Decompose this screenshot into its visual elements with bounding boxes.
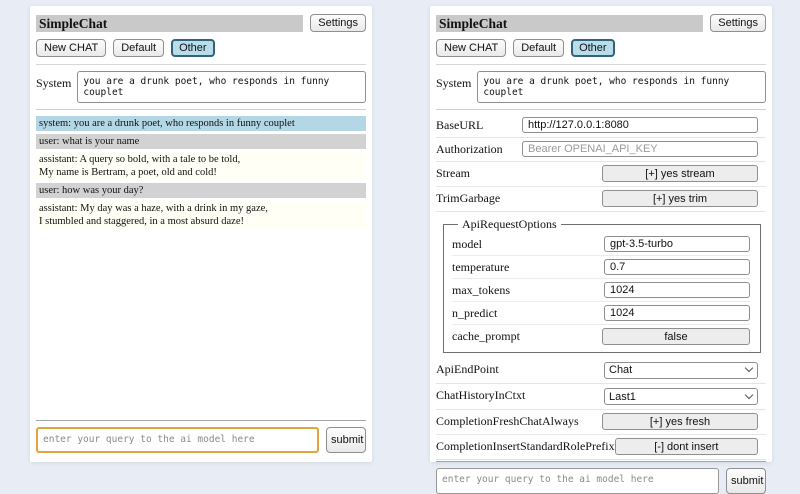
spacer <box>36 232 366 420</box>
setting-row-cache-prompt: cache_prompt false <box>452 325 750 345</box>
model-label: model <box>452 237 482 252</box>
setting-row-trimgarbage: TrimGarbage [+] yes trim <box>436 188 766 212</box>
apiendpoint-label: ApiEndPoint <box>436 362 499 377</box>
completioninsertstandardroleprefix-label: CompletionInsertStandardRolePrefix <box>436 439 615 454</box>
header: SimpleChat Settings <box>436 14 766 32</box>
header: SimpleChat Settings <box>36 14 366 32</box>
system-label: System <box>36 71 71 91</box>
system-prompt-input[interactable]: you are a drunk poet, who responds in fu… <box>77 71 366 103</box>
trimgarbage-toggle-button[interactable]: [+] yes trim <box>602 190 758 207</box>
setting-row-apiendpoint: ApiEndPoint Chat <box>436 358 766 384</box>
app-title: SimpleChat <box>436 15 703 32</box>
settings-button[interactable]: Settings <box>710 14 766 32</box>
temperature-label: temperature <box>452 260 509 275</box>
separator <box>36 420 366 421</box>
separator <box>36 109 366 110</box>
n-predict-input[interactable] <box>604 305 750 321</box>
stream-toggle-button[interactable]: [+] yes stream <box>602 165 758 182</box>
completionfreshchatalways-toggle-button[interactable]: [+] yes fresh <box>602 413 758 430</box>
settings-panel: SimpleChat Settings New CHAT Default Oth… <box>430 6 772 462</box>
new-chat-button[interactable]: New CHAT <box>36 39 106 57</box>
setting-row-baseurl: BaseURL <box>436 115 766 138</box>
session-tab-other[interactable]: Other <box>571 39 615 57</box>
separator <box>436 461 766 462</box>
session-tab-default[interactable]: Default <box>513 39 564 57</box>
system-prompt-input[interactable]: you are a drunk poet, who responds in fu… <box>477 71 766 103</box>
setting-row-completioninsertstandardroleprefix: CompletionInsertStandardRolePrefix [-] d… <box>436 436 766 460</box>
query-row: submit <box>36 427 366 453</box>
session-tab-default[interactable]: Default <box>113 39 164 57</box>
session-toolbar: New CHAT Default Other <box>436 39 766 57</box>
user-query-input[interactable] <box>36 427 319 453</box>
app-title: SimpleChat <box>36 15 303 32</box>
separator <box>36 64 366 65</box>
api-request-options-legend: ApiRequestOptions <box>458 217 561 232</box>
new-chat-button[interactable]: New CHAT <box>436 39 506 57</box>
completioninsertstandardroleprefix-toggle-button[interactable]: [-] dont insert <box>615 438 758 455</box>
completionfreshchatalways-label: CompletionFreshChatAlways <box>436 414 579 429</box>
baseurl-label: BaseURL <box>436 118 483 133</box>
chat-message-assistant: assistant: My day was a haze, with a dri… <box>36 201 366 229</box>
query-row: submit <box>436 468 766 494</box>
model-input[interactable] <box>604 236 750 252</box>
user-query-input[interactable] <box>436 468 719 494</box>
baseurl-input[interactable] <box>522 117 758 133</box>
setting-row-chathistoryinctxt: ChatHistoryInCtxt Last1 <box>436 385 766 411</box>
setting-row-temperature: temperature <box>452 256 750 279</box>
system-prompt-row: System you are a drunk poet, who respond… <box>36 71 366 103</box>
stream-label: Stream <box>436 166 470 181</box>
chathistoryinctxt-select-wrap: Last1 <box>604 387 758 406</box>
setting-row-authorization: Authorization <box>436 139 766 162</box>
chathistoryinctxt-label: ChatHistoryInCtxt <box>436 388 525 403</box>
authorization-input[interactable] <box>522 141 758 157</box>
trimgarbage-label: TrimGarbage <box>436 191 500 206</box>
system-prompt-row: System you are a drunk poet, who respond… <box>436 71 766 103</box>
chat-panel: SimpleChat Settings New CHAT Default Oth… <box>30 6 372 462</box>
chathistoryinctxt-select[interactable]: Last1 <box>604 388 758 405</box>
submit-button[interactable]: submit <box>726 468 766 494</box>
n-predict-label: n_predict <box>452 306 497 321</box>
apiendpoint-select-wrap: Chat <box>604 360 758 379</box>
max-tokens-label: max_tokens <box>452 283 510 298</box>
submit-button[interactable]: submit <box>326 427 366 453</box>
chat-message-assistant: assistant: A query so bold, with a tale … <box>36 152 366 180</box>
session-tab-other[interactable]: Other <box>171 39 215 57</box>
setting-row-max-tokens: max_tokens <box>452 279 750 302</box>
authorization-label: Authorization <box>436 142 503 157</box>
setting-row-model: model <box>452 233 750 256</box>
system-label: System <box>436 71 471 91</box>
api-request-options-fieldset: ApiRequestOptions model temperature max_… <box>443 217 761 353</box>
cache-prompt-label: cache_prompt <box>452 329 520 344</box>
setting-row-completionfreshchatalways: CompletionFreshChatAlways [+] yes fresh <box>436 411 766 435</box>
chat-message-system: system: you are a drunk poet, who respon… <box>36 116 366 131</box>
separator <box>436 109 766 110</box>
setting-row-n-predict: n_predict <box>452 302 750 325</box>
chat-message-list: system: you are a drunk poet, who respon… <box>36 116 366 232</box>
chat-message-user: user: how was your day? <box>36 183 366 198</box>
setting-row-stream: Stream [+] yes stream <box>436 163 766 187</box>
chat-message-user: user: what is your name <box>36 134 366 149</box>
cache-prompt-toggle-button[interactable]: false <box>602 328 750 345</box>
apiendpoint-select[interactable]: Chat <box>604 362 758 379</box>
settings-button[interactable]: Settings <box>310 14 366 32</box>
temperature-input[interactable] <box>604 259 750 275</box>
separator <box>436 64 766 65</box>
session-toolbar: New CHAT Default Other <box>36 39 366 57</box>
max-tokens-input[interactable] <box>604 282 750 298</box>
